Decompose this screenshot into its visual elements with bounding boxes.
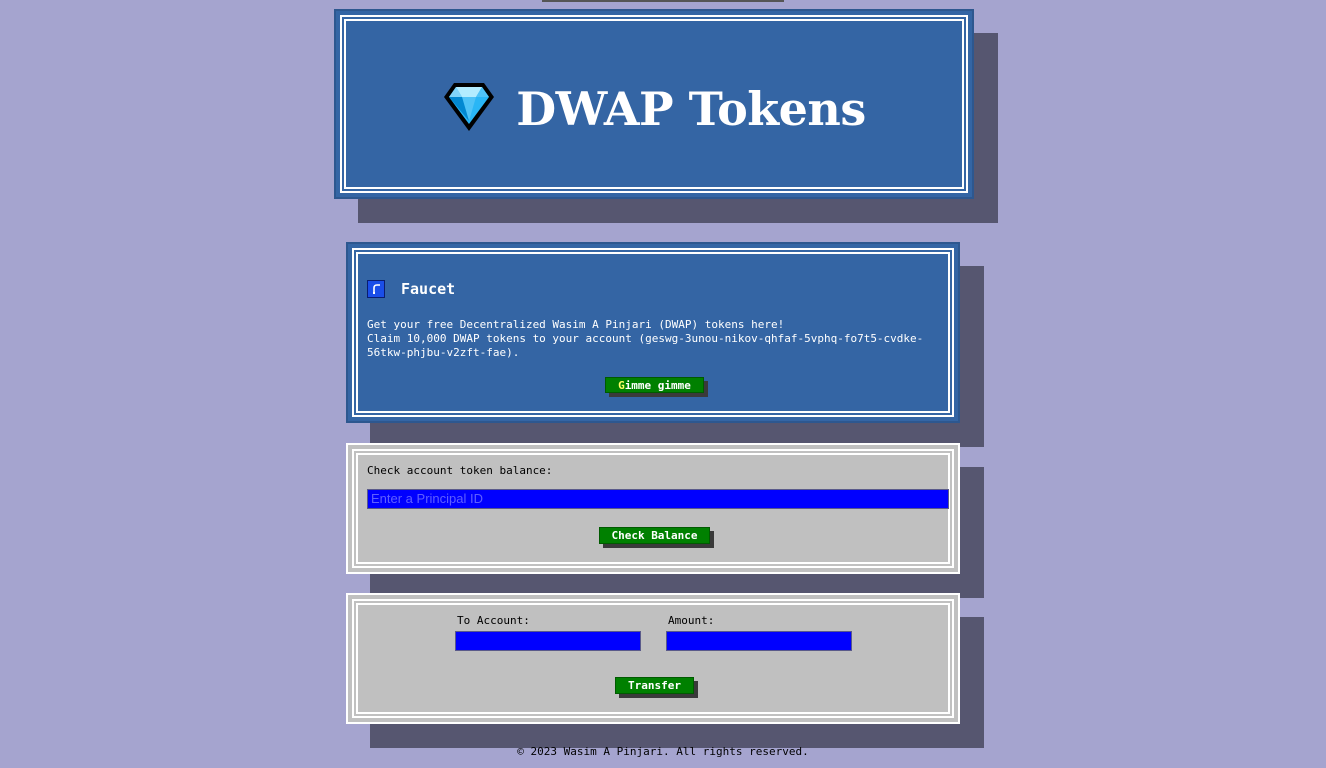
- faucet-icon: [367, 280, 385, 298]
- faucet-line-1: Get your free Decentralized Wasim A Pinj…: [367, 318, 785, 331]
- page-title: DWAP Tokens: [516, 82, 866, 136]
- faucet-header: Faucet: [367, 280, 455, 298]
- footer-copyright: © 2023 Wasim A Pinjari. All rights reser…: [517, 745, 809, 758]
- amount-label: Amount:: [668, 614, 715, 627]
- header-banner: DWAP Tokens: [334, 9, 974, 199]
- faucet-panel: Faucet Get your free Decentralized Wasim…: [346, 242, 960, 423]
- balance-panel: Check account token balance: Enter a Pri…: [346, 443, 960, 574]
- header-title-row: DWAP Tokens: [336, 81, 972, 137]
- transfer-panel: To Account: Amount: Transfer: [346, 593, 960, 724]
- faucet-title: Faucet: [401, 280, 456, 298]
- to-account-label: To Account:: [457, 614, 530, 627]
- amount-input[interactable]: [666, 631, 852, 651]
- diamond-icon: [442, 81, 496, 137]
- gimme-button[interactable]: Gimme gimme: [605, 377, 704, 393]
- to-account-input[interactable]: [455, 631, 641, 651]
- principal-id-input[interactable]: Enter a Principal ID: [367, 489, 949, 509]
- faucet-line-2: Claim 10,000 DWAP tokens to your account…: [367, 332, 924, 359]
- check-balance-button[interactable]: Check Balance: [599, 527, 710, 544]
- gimme-button-label: imme gimme: [624, 379, 691, 392]
- top-divider: [542, 0, 784, 2]
- gimme-button-first-letter: G: [618, 379, 625, 392]
- faucet-description: Get your free Decentralized Wasim A Pinj…: [367, 318, 937, 360]
- balance-label: Check account token balance:: [367, 464, 553, 477]
- transfer-button[interactable]: Transfer: [615, 677, 694, 694]
